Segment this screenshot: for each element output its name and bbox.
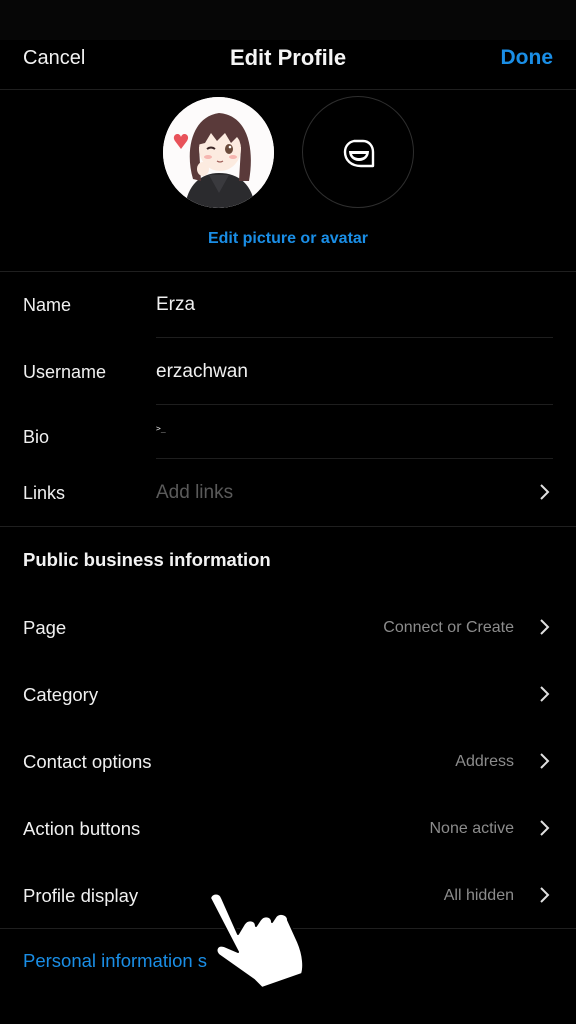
row-label: Profile display (23, 885, 139, 906)
row-value: None active (429, 820, 515, 837)
fields-divider (0, 526, 576, 527)
avatar-button[interactable] (302, 96, 414, 208)
navigation-bar: Cancel Edit Profile Done (0, 30, 576, 90)
chevron-right-icon (540, 887, 550, 903)
bio-underline (156, 458, 553, 459)
avatar-divider (0, 271, 576, 272)
avatar-icon (343, 139, 375, 168)
username-underline (156, 404, 553, 405)
name-label: Name (23, 295, 72, 315)
row-label: Category (23, 684, 99, 705)
chevron-right-icon (540, 619, 550, 635)
bio-field[interactable]: >_ (156, 424, 166, 433)
chevron-right-icon (540, 820, 550, 836)
links-chevron-right-icon[interactable] (539, 483, 550, 501)
done-button[interactable]: Done (501, 46, 554, 70)
profile-photo[interactable] (163, 97, 274, 208)
name-underline (156, 337, 553, 338)
business-section-title: Public business information (23, 549, 271, 570)
name-field[interactable]: Erza (156, 294, 195, 316)
tap-hand-pointer-icon (209, 892, 305, 989)
chevron-right-icon (540, 753, 550, 769)
header-divider (0, 89, 576, 90)
row-value: Connect or Create (383, 619, 514, 636)
page-title: Edit Profile (229, 45, 347, 70)
bio-label: Bio (23, 427, 50, 447)
personal-information-settings-link[interactable]: Personal information s (23, 950, 207, 972)
row-value: Address (455, 753, 514, 770)
row-label: Page (23, 617, 67, 638)
username-field[interactable]: erzachwan (156, 361, 248, 383)
edit-picture-link[interactable]: Edit picture or avatar (0, 230, 576, 248)
row-label: Contact options (23, 751, 152, 772)
links-field[interactable]: Add links (156, 482, 233, 504)
anime-girl-icon (163, 97, 274, 208)
username-label: Username (23, 362, 107, 382)
row-value: All hidden (443, 887, 514, 904)
links-label: Links (23, 483, 66, 503)
chevron-right-icon (540, 686, 550, 702)
row-label: Action buttons (23, 818, 141, 839)
